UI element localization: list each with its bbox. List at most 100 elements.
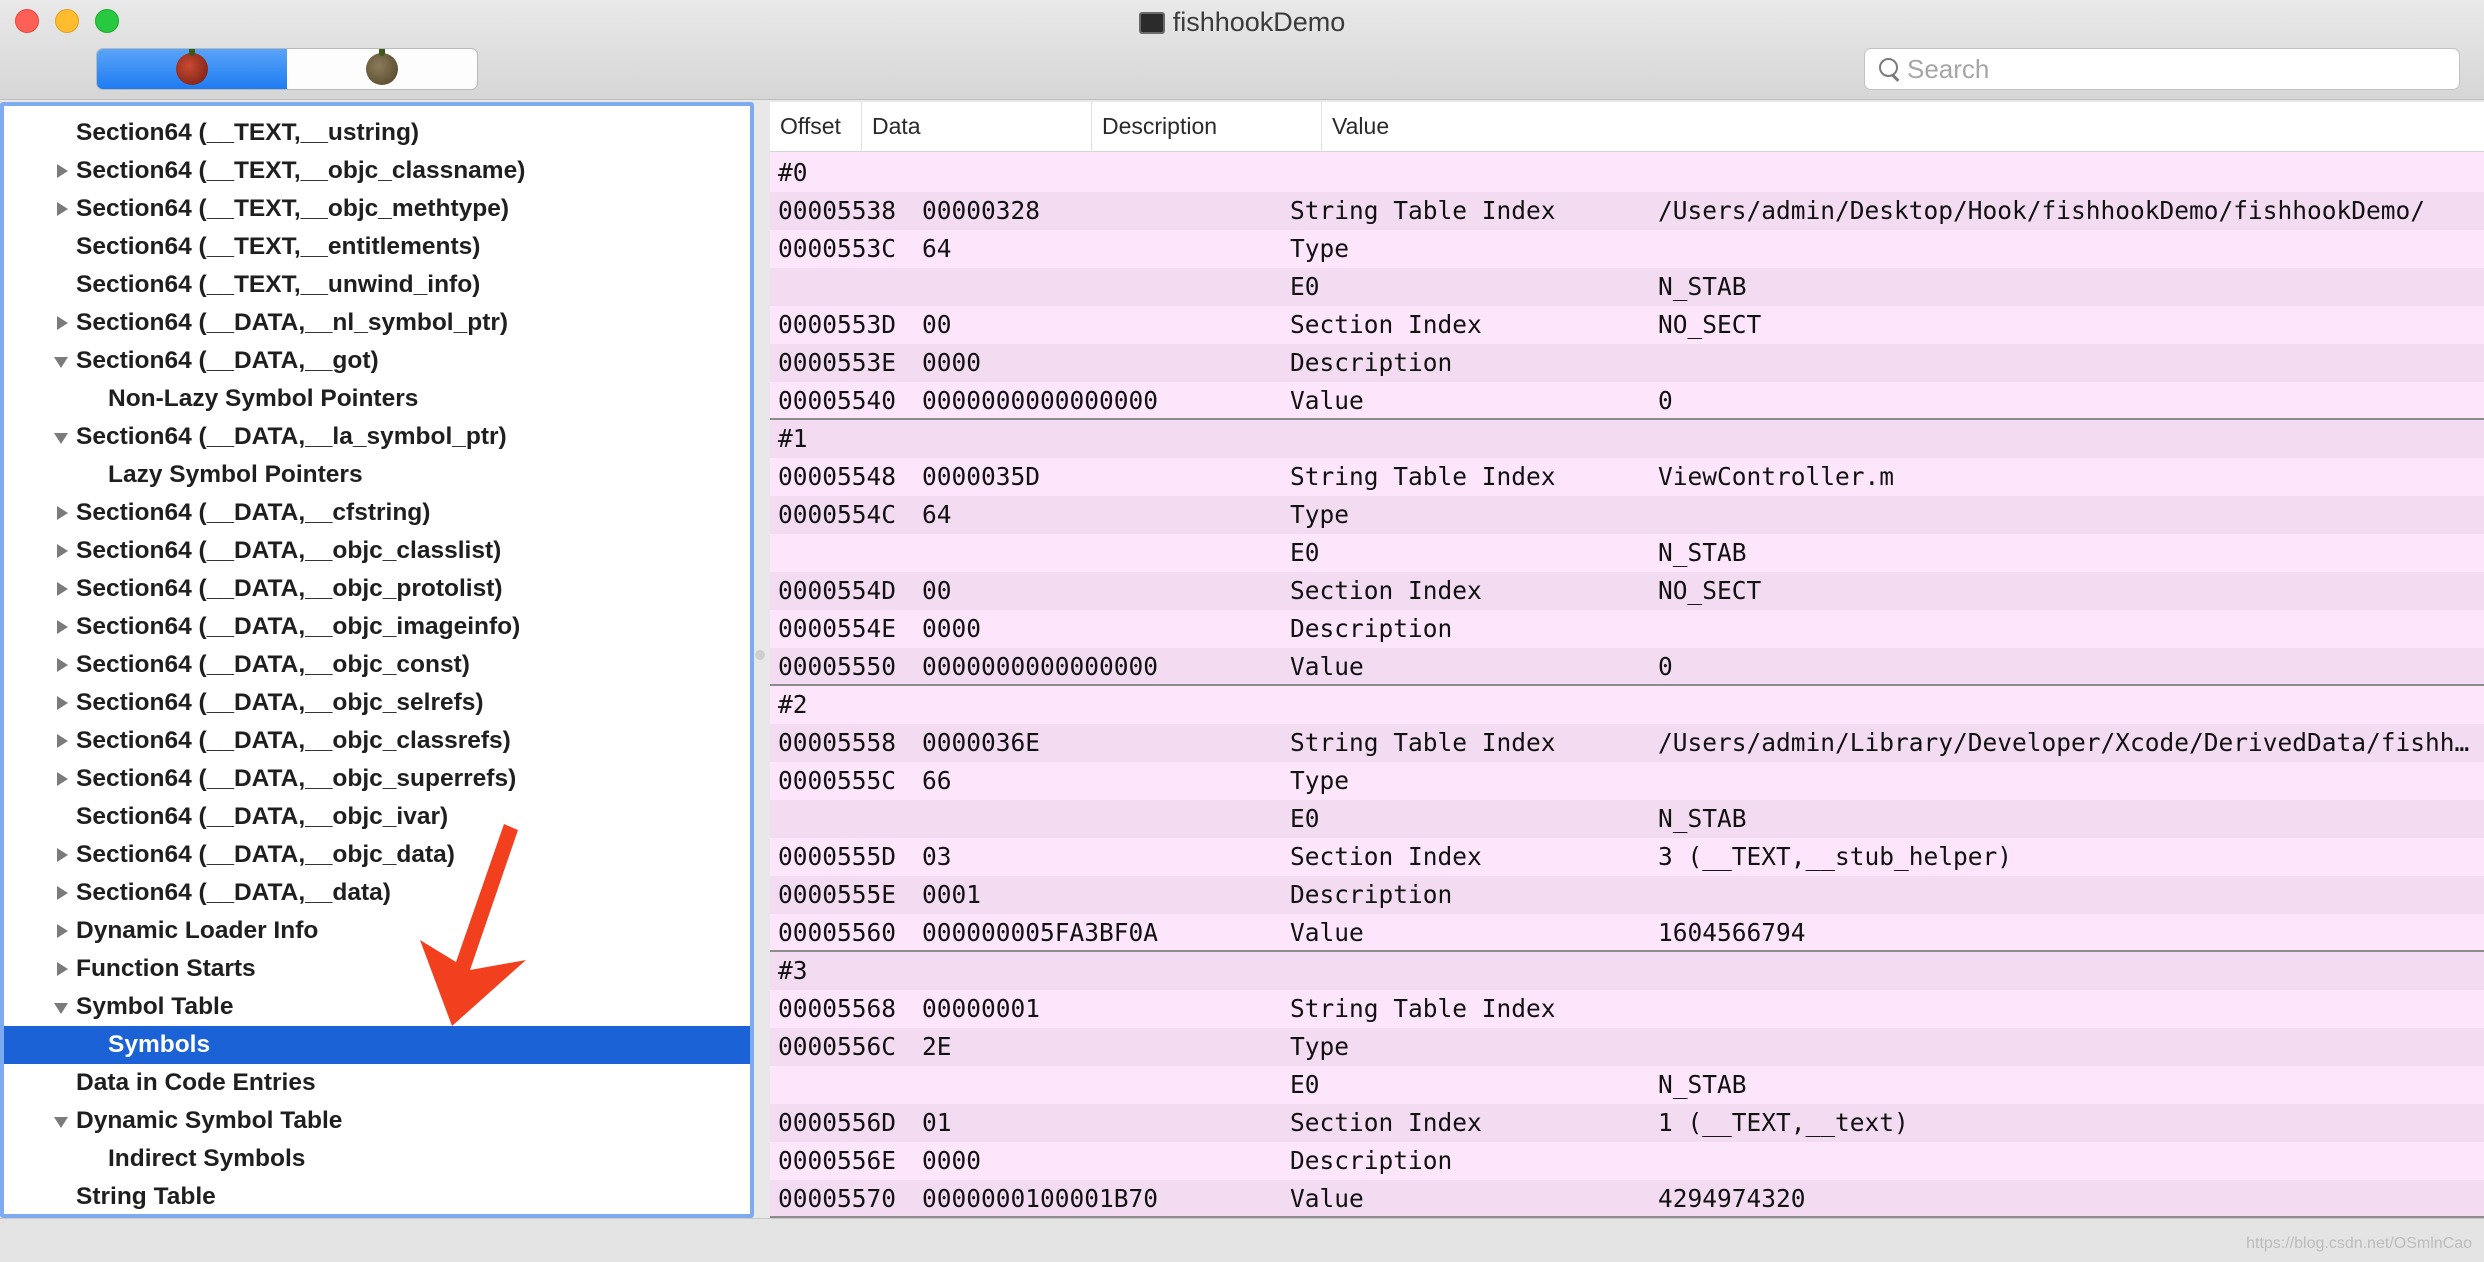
table-row[interactable]: E0 N_STAB bbox=[770, 268, 2484, 306]
disclosure-closed-icon[interactable] bbox=[52, 304, 70, 342]
table-row[interactable]: 0000555C 66 Type bbox=[770, 762, 2484, 800]
sidebar-item[interactable]: Non-Lazy Symbol Pointers bbox=[4, 380, 750, 418]
sidebar-item[interactable]: Section64 (__TEXT,__ustring) bbox=[4, 114, 750, 152]
table-row[interactable]: 00005540 0000000000000000 Value 0 bbox=[770, 382, 2484, 420]
table-row[interactable]: 0000553D 00 Section Index NO_SECT bbox=[770, 306, 2484, 344]
sidebar-item[interactable]: Dynamic Loader Info bbox=[4, 912, 750, 950]
group-header-row[interactable]: #0 bbox=[770, 154, 2484, 192]
table-row[interactable]: 00005560 000000005FA3BF0A Value 1604566794 bbox=[770, 914, 2484, 952]
group-header-row[interactable]: #3 bbox=[770, 952, 2484, 990]
disclosure-closed-icon[interactable] bbox=[52, 912, 70, 950]
table-row[interactable]: 00005558 0000036E String Table Index/Users… bbox=[770, 724, 2484, 762]
sidebar-item[interactable]: Section64 (__DATA,__objc_const) bbox=[4, 646, 750, 684]
sidebar-item[interactable]: Indirect Symbols bbox=[4, 1140, 750, 1178]
data-cell: 000000005FA3BF0A bbox=[922, 918, 1159, 947]
sidebar-item[interactable]: Section64 (__DATA,__data) bbox=[4, 874, 750, 912]
sidebar-item[interactable]: Symbol Table bbox=[4, 988, 750, 1026]
sidebar-item[interactable]: Section64 (__DATA,__objc_selrefs) bbox=[4, 684, 750, 722]
description-cell: Section Index bbox=[1290, 842, 1482, 871]
disclosure-closed-icon[interactable] bbox=[52, 190, 70, 228]
table-row[interactable]: 00005538 00000328 String Table Index/Users… bbox=[770, 192, 2484, 230]
disclosure-open-icon[interactable] bbox=[52, 342, 70, 380]
sidebar-item[interactable]: Section64 (__DATA,__objc_imageinfo) bbox=[4, 608, 750, 646]
column-header-offset[interactable]: Offset bbox=[770, 102, 862, 152]
column-header-description[interactable]: Description bbox=[1092, 102, 1322, 152]
sidebar-item[interactable]: Section64 (__TEXT,__objc_methtype) bbox=[4, 190, 750, 228]
disclosure-closed-icon[interactable] bbox=[52, 494, 70, 532]
sidebar-item[interactable]: Section64 (__DATA,__objc_classrefs) bbox=[4, 722, 750, 760]
sidebar-item[interactable]: Section64 (__TEXT,__unwind_info) bbox=[4, 266, 750, 304]
sidebar-item[interactable]: Section64 (__TEXT,__objc_classname) bbox=[4, 152, 750, 190]
split-view-divider[interactable] bbox=[755, 650, 765, 660]
disclosure-closed-icon[interactable] bbox=[52, 532, 70, 570]
sidebar-item-label: Section64 (__DATA,__objc_const) bbox=[76, 651, 470, 678]
segment-color-view[interactable] bbox=[97, 49, 287, 89]
disclosure-closed-icon[interactable] bbox=[52, 608, 70, 646]
disclosure-closed-icon[interactable] bbox=[52, 836, 70, 874]
value-cell bbox=[1658, 344, 2478, 382]
table-row[interactable]: 00005548 0000035D String Table Index ViewCo… bbox=[770, 458, 2484, 496]
sidebar-item[interactable]: Dynamic Symbol Table bbox=[4, 1102, 750, 1140]
description-cell: Description bbox=[1290, 1146, 1453, 1175]
disclosure-closed-icon[interactable] bbox=[52, 646, 70, 684]
sidebar-item[interactable]: Section64 (__DATA,__objc_ivar) bbox=[4, 798, 750, 836]
table-row[interactable]: 0000555E 0001 Description bbox=[770, 876, 2484, 914]
table-row[interactable]: E0 N_STAB bbox=[770, 534, 2484, 572]
value-cell: 0 bbox=[1658, 652, 1673, 681]
disclosure-closed-icon[interactable] bbox=[52, 684, 70, 722]
disclosure-open-icon[interactable] bbox=[52, 1102, 70, 1140]
sidebar-item[interactable]: Section64 (__DATA,__nl_symbol_ptr) bbox=[4, 304, 750, 342]
sidebar-item-label: Section64 (__TEXT,__objc_methtype) bbox=[76, 195, 509, 222]
table-row[interactable]: 00005568 00000001 String Table Index bbox=[770, 990, 2484, 1028]
table-row[interactable]: 00005550 0000000000000000 Value 0 bbox=[770, 648, 2484, 686]
search-field[interactable] bbox=[1864, 48, 2460, 90]
table-row[interactable]: 0000553E 0000 Description bbox=[770, 344, 2484, 382]
disclosure-open-icon[interactable] bbox=[52, 418, 70, 456]
sidebar-item[interactable]: Symbols bbox=[4, 1026, 750, 1064]
table-header: Offset Data Description Value bbox=[770, 102, 2484, 152]
table-row[interactable]: E0 N_STAB bbox=[770, 1066, 2484, 1104]
data-cell: 0000000000000000 bbox=[922, 386, 1159, 415]
disclosure-closed-icon[interactable] bbox=[52, 570, 70, 608]
value-cell bbox=[1658, 230, 2478, 268]
group-header-row[interactable]: #1 bbox=[770, 420, 2484, 458]
table-row[interactable]: 0000554E 0000 Description bbox=[770, 610, 2484, 648]
sidebar-item[interactable]: Section64 (__DATA,__cfstring) bbox=[4, 494, 750, 532]
view-mode-segmented-control[interactable] bbox=[96, 48, 478, 90]
symbol-table-view[interactable]: Offset Data Description Value #0 00005538… bbox=[770, 102, 2484, 1218]
search-input[interactable] bbox=[1907, 53, 2447, 85]
table-row[interactable]: 0000554D 00 Section Index NO_SECT bbox=[770, 572, 2484, 610]
sidebar-outline[interactable]: Section64 (__TEXT,__ustring) Section64 (_… bbox=[0, 102, 754, 1218]
sidebar-item[interactable]: String Table bbox=[4, 1178, 750, 1214]
sidebar-item[interactable]: Section64 (__DATA,__objc_protolist) bbox=[4, 570, 750, 608]
disclosure-closed-icon[interactable] bbox=[52, 760, 70, 798]
disclosure-closed-icon[interactable] bbox=[52, 152, 70, 190]
table-row[interactable]: 0000556E 0000 Description bbox=[770, 1142, 2484, 1180]
disclosure-closed-icon[interactable] bbox=[52, 874, 70, 912]
disclosure-open-icon[interactable] bbox=[52, 988, 70, 1026]
table-row[interactable]: 00005570 0000000100001B70 Value 4294974320 bbox=[770, 1180, 2484, 1218]
group-header-row[interactable]: #2 bbox=[770, 686, 2484, 724]
sidebar-item[interactable]: Section64 (__DATA,__objc_classlist) bbox=[4, 532, 750, 570]
sidebar-item[interactable]: Lazy Symbol Pointers bbox=[4, 456, 750, 494]
sidebar-item[interactable]: Section64 (__DATA,__objc_superrefs) bbox=[4, 760, 750, 798]
sidebar-item[interactable]: Section64 (__DATA,__got) bbox=[4, 342, 750, 380]
table-row[interactable]: 0000554C 64 Type bbox=[770, 496, 2484, 534]
group-header-label: #2 bbox=[778, 690, 808, 719]
table-row[interactable]: E0 N_STAB bbox=[770, 800, 2484, 838]
table-row[interactable]: 0000555D 03 Section Index 3 (__TEXT,__stub_… bbox=[770, 838, 2484, 876]
table-row[interactable]: 0000556C 2E Type bbox=[770, 1028, 2484, 1066]
sidebar-item[interactable]: Data in Code Entries bbox=[4, 1064, 750, 1102]
disclosure-closed-icon[interactable] bbox=[52, 950, 70, 988]
sidebar-item[interactable]: Section64 (__DATA,__objc_data) bbox=[4, 836, 750, 874]
column-header-value[interactable]: Value bbox=[1322, 102, 2484, 152]
segment-gray-view[interactable] bbox=[287, 49, 477, 89]
sidebar-item[interactable]: Section64 (__TEXT,__entitlements) bbox=[4, 228, 750, 266]
table-row[interactable]: 0000553C 64 Type bbox=[770, 230, 2484, 268]
description-cell: Type bbox=[1290, 500, 1350, 529]
column-header-data[interactable]: Data bbox=[862, 102, 1092, 152]
disclosure-closed-icon[interactable] bbox=[52, 722, 70, 760]
sidebar-item[interactable]: Section64 (__DATA,__la_symbol_ptr) bbox=[4, 418, 750, 456]
table-row[interactable]: 0000556D 01 Section Index 1 (__TEXT,__text) bbox=[770, 1104, 2484, 1142]
sidebar-item[interactable]: Function Starts bbox=[4, 950, 750, 988]
